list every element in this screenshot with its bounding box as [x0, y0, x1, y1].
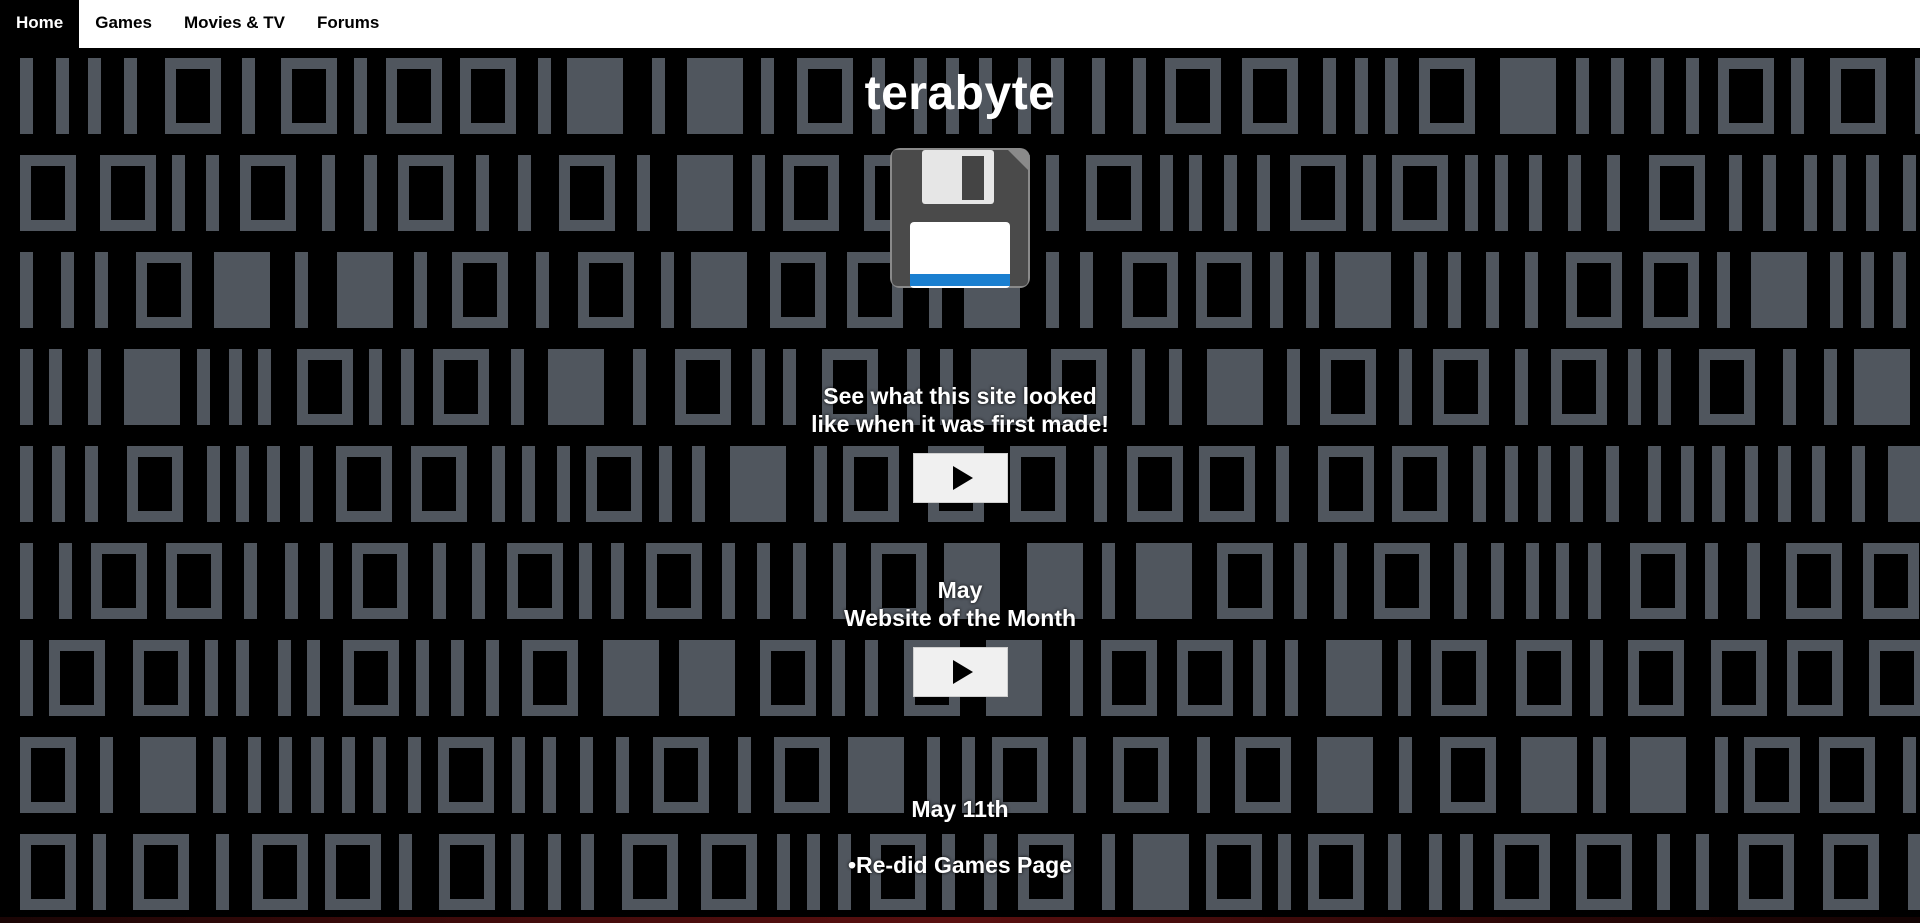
original-site-play-button[interactable] — [913, 453, 1008, 503]
original-site-line-2: like when it was first made! — [811, 411, 1109, 437]
nav-movies-tv[interactable]: Movies & TV — [168, 0, 301, 48]
nav-games[interactable]: Games — [79, 0, 168, 48]
top-navigation: Home Games Movies & TV Forums — [0, 0, 1920, 48]
floppy-disk-icon — [890, 148, 1030, 288]
update-item: •Re-did Games Page — [847, 852, 1073, 878]
website-of-month-caption: May Website of the Month — [0, 576, 1920, 632]
play-icon — [952, 660, 973, 684]
site-title: terabyte — [864, 67, 1056, 120]
month-label: May — [937, 577, 983, 603]
website-of-month-label: Website of the Month — [843, 605, 1077, 631]
website-of-month-play-button[interactable] — [913, 647, 1008, 697]
nav-forums[interactable]: Forums — [301, 0, 395, 48]
original-site-caption: See what this site looked like when it w… — [0, 382, 1920, 438]
original-site-line-1: See what this site looked — [823, 383, 1097, 409]
play-icon — [952, 466, 973, 490]
update-date: May 11th — [911, 796, 1009, 822]
main-content: terabyte See what this site looked like … — [0, 48, 1920, 923]
nav-home[interactable]: Home — [0, 0, 80, 48]
bottom-edge-strip — [0, 917, 1920, 923]
